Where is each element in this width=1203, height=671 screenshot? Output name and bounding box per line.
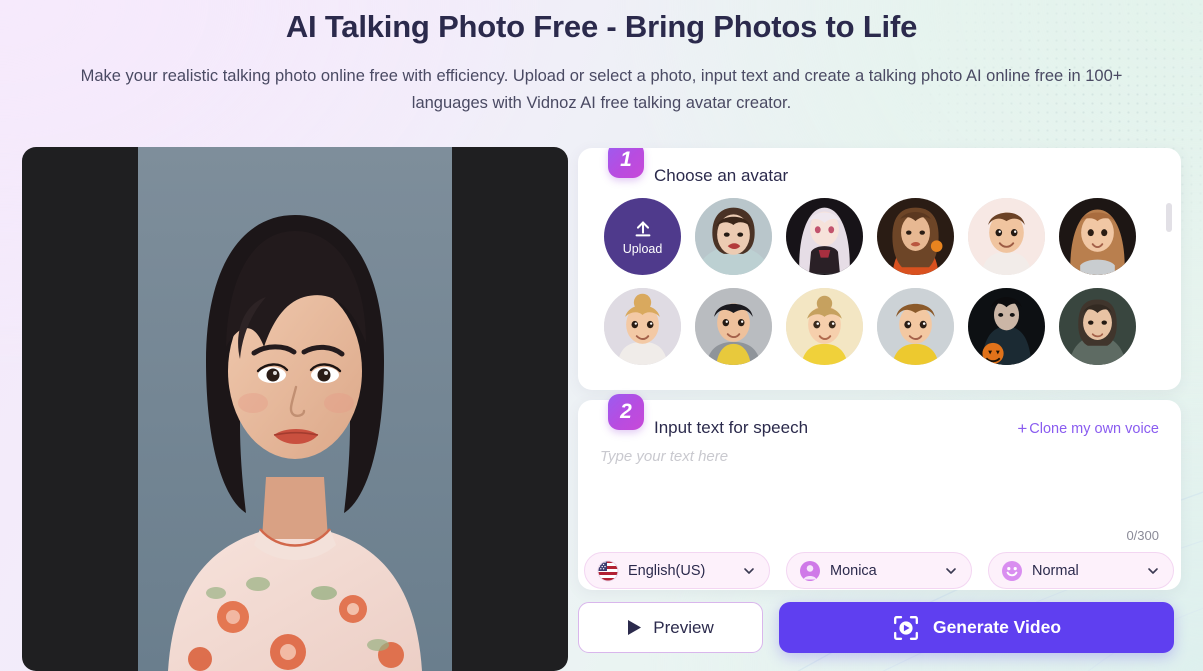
play-triangle-icon [628,620,642,635]
avatar-cartoon-boy-yellow-jacket[interactable] [695,288,772,365]
upload-avatar-button[interactable]: Upload [604,198,681,275]
avatar-vintage-woman[interactable] [695,198,772,275]
step-2-title: Input text for speech [654,418,809,437]
chevron-down-icon [1148,567,1158,574]
avatar-cartoon-young-man[interactable] [968,198,1045,275]
tone-select-value: Normal [1032,562,1079,579]
avatar-row: Upload [604,198,1180,275]
clone-my-own-voice-link[interactable]: + Clone my own voice [1017,419,1159,439]
upload-arrow-icon [635,220,650,236]
language-select[interactable]: English(US) [584,552,770,589]
generate-video-label: Generate Video [932,617,1062,637]
voice-select[interactable]: Monica [786,552,972,589]
voice-option-selectors: English(US) Monica Normal [584,552,1174,589]
preview-button-label: Preview [653,617,714,637]
generate-video-button[interactable]: Generate Video [779,602,1174,653]
avatar-cartoon-boy-brown-hair[interactable] [877,288,954,365]
page-title: AI Talking Photo Free - Bring Photos to … [285,9,918,44]
avatar-cartoon-blonde-bun[interactable] [604,288,681,365]
choose-avatar-card: 1 Choose an avatar Upload [578,148,1181,390]
avatar-woman-orange-top[interactable] [877,198,954,275]
preview-portrait-image [138,147,452,671]
step-1-title: Choose an avatar [654,166,789,185]
plus-icon: + [1017,419,1028,438]
avatar-scrollbar[interactable] [1166,203,1172,381]
upload-label: Upload [622,241,663,256]
us-flag-icon [597,560,619,582]
step-1-badge: 1 [608,148,644,178]
avatar-teacher-chalkboard[interactable] [1059,288,1136,365]
voice-select-value: Monica [830,562,877,579]
action-buttons: Preview Generate Video [578,602,1174,653]
chevron-down-icon [946,567,956,574]
avatar-anime-white-hair[interactable] [786,198,863,275]
avatar-cartoon-long-hair-woman[interactable] [1059,198,1136,275]
avatar-row [604,288,1180,365]
speech-text-input[interactable] [600,448,1162,526]
photo-preview-panel[interactable] [22,147,568,671]
clone-voice-label: Clone my own voice [1029,421,1159,437]
avatar-cartoon-girl-yellow-shirt[interactable] [786,288,863,365]
avatar-grid[interactable]: Upload [604,198,1180,384]
person-icon [799,560,821,582]
smiley-icon [1001,560,1023,582]
chevron-down-icon [744,567,754,574]
step-2-badge: 2 [608,394,644,430]
input-text-card: 2 Input text for speech + Clone my own vo… [578,394,1181,590]
page-subtitle: Make your realistic talking photo online… [80,67,1123,112]
avatar-scrollbar-thumb[interactable] [1166,203,1172,232]
avatar-halloween-woman-pumpkin[interactable] [968,288,1045,365]
tone-select[interactable]: Normal [988,552,1174,589]
preview-button[interactable]: Preview [578,602,763,653]
language-select-value: English(US) [628,562,706,579]
character-counter: 0/300 [1126,528,1159,543]
video-capture-icon [894,615,918,640]
